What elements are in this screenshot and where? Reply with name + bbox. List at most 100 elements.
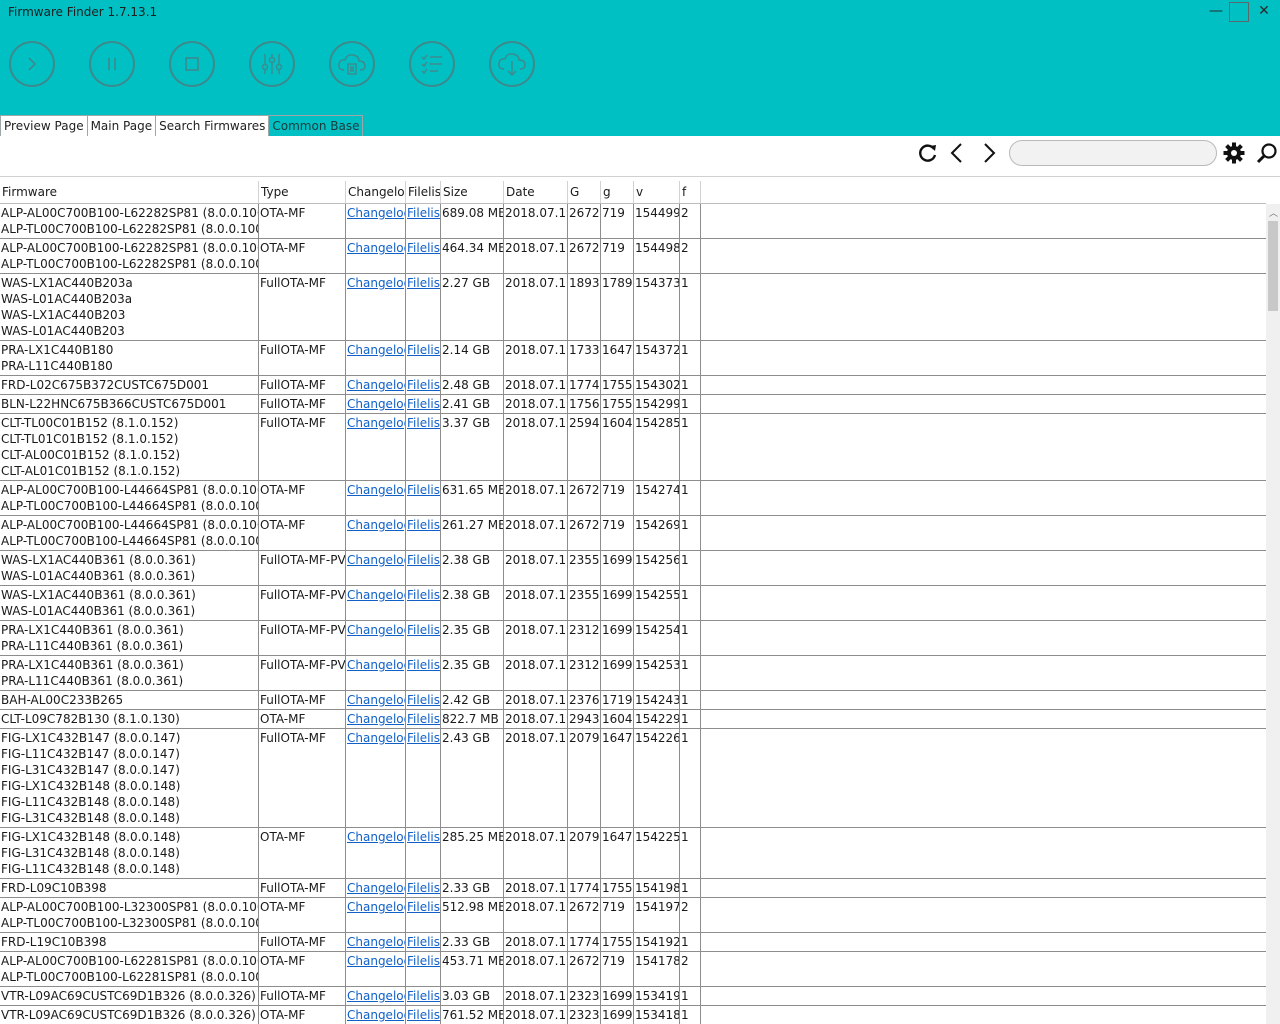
filelist-link[interactable]: Filelist — [407, 588, 440, 602]
filelist-link[interactable]: Filelist — [407, 693, 440, 707]
table-row[interactable]: BLN-L22HNC675B366CUSTC675D001 FullOTA-MF C… — [0, 395, 1266, 414]
column-header-type[interactable]: Type — [259, 181, 346, 203]
changelog-link[interactable]: Changelog — [347, 623, 405, 637]
filelist-link[interactable]: Filelist — [407, 731, 440, 745]
back-button[interactable] — [946, 142, 968, 164]
changelog-link[interactable]: Changelog — [347, 553, 405, 567]
changelog-link[interactable]: Changelog — [347, 1008, 405, 1022]
filelist-link[interactable]: Filelist — [407, 900, 440, 914]
changelog-link[interactable]: Changelog — [347, 935, 405, 949]
changelog-link[interactable]: Changelog — [347, 881, 405, 895]
filelist-link[interactable]: Filelist — [407, 483, 440, 497]
pause-button[interactable] — [89, 41, 135, 87]
changelog-link[interactable]: Changelog — [347, 712, 405, 726]
changelog-link[interactable]: Changelog — [347, 241, 405, 255]
scroll-up-arrow[interactable]: ︿ — [1269, 206, 1278, 219]
column-header-changelog[interactable]: Changelo — [346, 181, 406, 203]
filelist-link[interactable]: Filelist — [407, 343, 440, 357]
filelist-link[interactable]: Filelist — [407, 553, 440, 567]
table-row[interactable]: PRA-LX1C440B180 PRA-L11C440B180 FullOTA-MF… — [0, 341, 1266, 376]
changelog-link[interactable]: Changelog — [347, 900, 405, 914]
changelog-link[interactable]: Changelog — [347, 989, 405, 1003]
table-row[interactable]: ALP-AL00C700B100-L62281SP81 (8.0.0.100) A… — [0, 952, 1266, 987]
table-row[interactable]: FIG-LX1C432B147 (8.0.0.147) FIG-L11C432B1… — [0, 729, 1266, 828]
vertical-scrollbar[interactable] — [1266, 204, 1280, 1024]
table-row[interactable]: ALP-AL00C700B100-L62282SP81 (8.0.0.100) A… — [0, 239, 1266, 274]
table-row[interactable]: WAS-LX1AC440B203a WAS-L01AC440B203a WAS-LX… — [0, 274, 1266, 341]
checklist-button[interactable] — [409, 41, 455, 87]
cloud-download-button[interactable] — [489, 41, 535, 87]
changelog-link[interactable]: Changelog — [347, 731, 405, 745]
changelog-link[interactable]: Changelog — [347, 397, 405, 411]
cloud-file-button[interactable] — [329, 41, 375, 87]
column-header-size[interactable]: Size — [441, 181, 504, 203]
table-row[interactable]: WAS-LX1AC440B361 (8.0.0.361) WAS-L01AC440… — [0, 586, 1266, 621]
filelist-link[interactable]: Filelist — [407, 276, 440, 290]
table-row[interactable]: VTR-L09AC69CUSTC69D1B326 (8.0.0.326) OTA-… — [0, 1006, 1266, 1024]
filelist-link[interactable]: Filelist — [407, 830, 440, 844]
column-header-G[interactable]: G — [568, 181, 601, 203]
filelist-link[interactable]: Filelist — [407, 881, 440, 895]
table-row[interactable]: WAS-LX1AC440B361 (8.0.0.361) WAS-L01AC440… — [0, 551, 1266, 586]
tab-preview-page[interactable]: Preview Page — [0, 115, 88, 136]
column-header-filelist[interactable]: Filelis — [406, 181, 441, 203]
column-header-g[interactable]: g — [601, 181, 634, 203]
filelist-link[interactable]: Filelist — [407, 954, 440, 968]
changelog-link[interactable]: Changelog — [347, 518, 405, 532]
tab-common-base[interactable]: Common Base — [268, 115, 364, 136]
filelist-link[interactable]: Filelist — [407, 518, 440, 532]
table-row[interactable]: FRD-L09C10B398 FullOTA-MF Changelog Filelis… — [0, 879, 1266, 898]
table-row[interactable]: FIG-LX1C432B148 (8.0.0.148) FIG-L31C432B1… — [0, 828, 1266, 879]
filelist-link[interactable]: Filelist — [407, 989, 440, 1003]
close-button[interactable]: ✕ — [1253, 0, 1275, 22]
changelog-link[interactable]: Changelog — [347, 378, 405, 392]
table-row[interactable]: CLT-TL00C01B152 (8.1.0.152) CLT-TL01C01B1… — [0, 414, 1266, 481]
table-row[interactable]: FRD-L19C10B398 FullOTA-MF Changelog Filelis… — [0, 933, 1266, 952]
table-row[interactable]: ALP-AL00C700B100-L44664SP81 (8.0.0.100) A… — [0, 516, 1266, 551]
table-row[interactable]: PRA-LX1C440B361 (8.0.0.361) PRA-L11C440B3… — [0, 656, 1266, 691]
filelist-link[interactable]: Filelist — [407, 658, 440, 672]
refresh-button[interactable] — [917, 142, 939, 164]
changelog-link[interactable]: Changelog — [347, 416, 405, 430]
table-row[interactable]: CLT-L09C782B130 (8.1.0.130) OTA-MF Changel… — [0, 710, 1266, 729]
tab-main-page[interactable]: Main Page — [86, 115, 157, 136]
filelist-link[interactable]: Filelist — [407, 623, 440, 637]
tab-search-firmwares[interactable]: Search Firmwares — [155, 115, 270, 136]
filelist-link[interactable]: Filelist — [407, 378, 440, 392]
filelist-link[interactable]: Filelist — [407, 241, 440, 255]
minimize-button[interactable]: — — [1205, 0, 1227, 22]
changelog-link[interactable]: Changelog — [347, 483, 405, 497]
stop-button[interactable] — [169, 41, 215, 87]
search-button[interactable] — [1256, 142, 1278, 164]
forward-button[interactable] — [978, 142, 1000, 164]
table-row[interactable]: VTR-L09AC69CUSTC69D1B326 (8.0.0.326) Full… — [0, 987, 1266, 1006]
column-header-firmware[interactable]: Firmware — [0, 181, 259, 203]
filelist-link[interactable]: Filelist — [407, 206, 440, 220]
table-row[interactable]: PRA-LX1C440B361 (8.0.0.361) PRA-L11C440B3… — [0, 621, 1266, 656]
changelog-link[interactable]: Changelog — [347, 276, 405, 290]
settings-filter-button[interactable] — [249, 41, 295, 87]
filelist-link[interactable]: Filelist — [407, 416, 440, 430]
changelog-link[interactable]: Changelog — [347, 206, 405, 220]
changelog-link[interactable]: Changelog — [347, 343, 405, 357]
play-button[interactable] — [9, 41, 55, 87]
filelist-link[interactable]: Filelist — [407, 1008, 440, 1022]
column-header-f[interactable]: f — [680, 181, 701, 203]
column-header-v[interactable]: v — [634, 181, 680, 203]
scrollbar-thumb[interactable] — [1268, 221, 1278, 311]
changelog-link[interactable]: Changelog — [347, 693, 405, 707]
filelist-link[interactable]: Filelist — [407, 712, 440, 726]
filelist-link[interactable]: Filelist — [407, 397, 440, 411]
changelog-link[interactable]: Changelog — [347, 954, 405, 968]
search-input[interactable] — [1009, 140, 1217, 166]
table-row[interactable]: ALP-AL00C700B100-L32300SP81 (8.0.0.100) A… — [0, 898, 1266, 933]
filelist-link[interactable]: Filelist — [407, 935, 440, 949]
changelog-link[interactable]: Changelog — [347, 658, 405, 672]
table-row[interactable]: BAH-AL00C233B265 FullOTA-MF Changelog Filel… — [0, 691, 1266, 710]
table-row[interactable]: ALP-AL00C700B100-L44664SP81 (8.0.0.100) A… — [0, 481, 1266, 516]
table-row[interactable]: FRD-L02C675B372CUSTC675D001 FullOTA-MF Cha… — [0, 376, 1266, 395]
settings-button[interactable] — [1223, 142, 1245, 164]
maximize-button[interactable] — [1229, 2, 1249, 22]
column-header-date[interactable]: Date — [504, 181, 568, 203]
table-row[interactable]: ALP-AL00C700B100-L62282SP81 (8.0.0.100) A… — [0, 204, 1266, 239]
